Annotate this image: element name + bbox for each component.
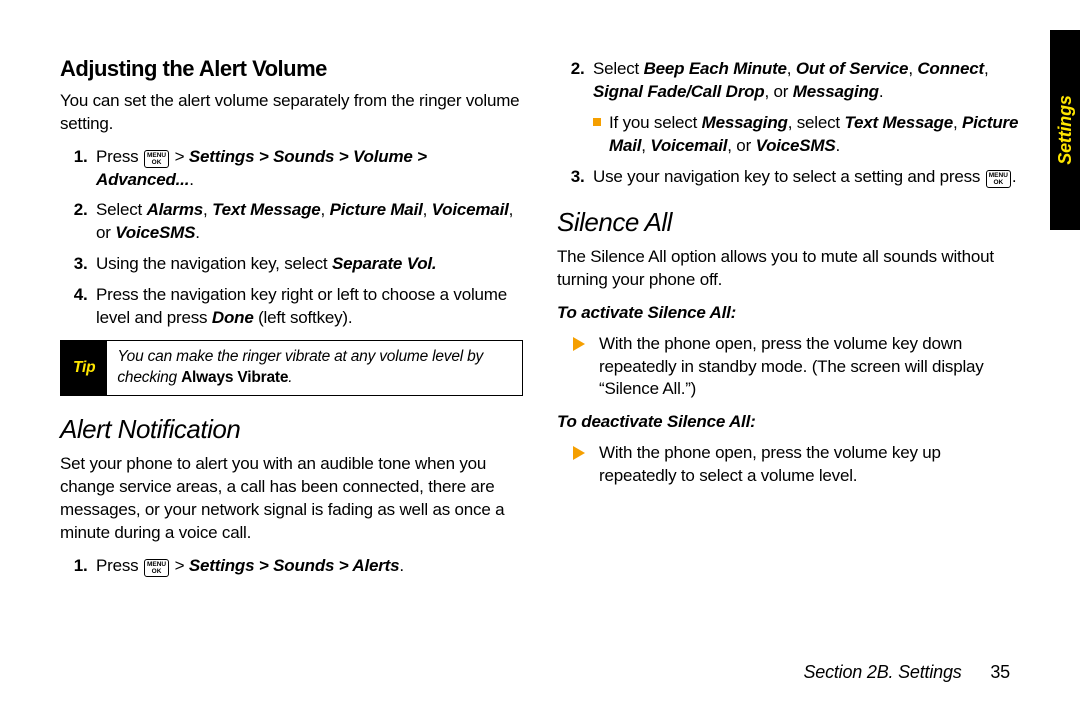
opt: Messaging bbox=[793, 82, 879, 101]
nav-path: Settings > Sounds > Alerts bbox=[189, 556, 400, 575]
alert-step-2: Select Beep Each Minute, Out of Service,… bbox=[589, 58, 1020, 158]
opt: Text Message bbox=[844, 113, 952, 132]
heading-silence-all: Silence All bbox=[557, 205, 1020, 240]
menu-ok-key-icon: MENUOK bbox=[986, 170, 1011, 188]
menu-ok-key-icon: MENUOK bbox=[144, 559, 169, 577]
text: , bbox=[321, 200, 330, 219]
menu-ok-key-icon: MENUOK bbox=[144, 150, 169, 168]
sub-bullet: If you select Messaging, select Text Mes… bbox=[593, 112, 1020, 158]
heading-alert-notification: Alert Notification bbox=[60, 412, 523, 447]
opt: Out of Service bbox=[796, 59, 908, 78]
alert-step-1: Press MENUOK > Settings > Sounds > Alert… bbox=[92, 555, 523, 578]
opt: VoiceSMS bbox=[115, 223, 195, 242]
alert-steps-cont: Select Beep Each Minute, Out of Service,… bbox=[557, 58, 1020, 189]
text: With the phone open, press the volume ke… bbox=[599, 334, 984, 399]
tip-box: Tip You can make the ringer vibrate at a… bbox=[60, 340, 523, 396]
text: , bbox=[953, 113, 962, 132]
alert-steps: Press MENUOK > Settings > Sounds > Alert… bbox=[60, 555, 523, 578]
text: > bbox=[170, 556, 189, 575]
text: , bbox=[908, 59, 917, 78]
page-columns: Adjusting the Alert Volume You can set t… bbox=[60, 54, 1020, 588]
intro-text: You can set the alert volume separately … bbox=[60, 90, 523, 136]
activate-subhead: To activate Silence All: bbox=[557, 302, 1020, 325]
opt: Voicemail bbox=[432, 200, 509, 219]
side-tab-label: Settings bbox=[1053, 95, 1077, 164]
heading-adjust-volume: Adjusting the Alert Volume bbox=[60, 54, 523, 84]
text: Use your navigation key to select a sett… bbox=[593, 167, 985, 186]
text: Using the navigation key, select bbox=[96, 254, 332, 273]
opt: Picture Mail bbox=[330, 200, 423, 219]
text: , or bbox=[727, 136, 755, 155]
opt: Alarms bbox=[147, 200, 203, 219]
text: (left softkey). bbox=[254, 308, 353, 327]
text: . bbox=[399, 556, 404, 575]
side-tab: Settings bbox=[1050, 30, 1080, 230]
opt: Text Message bbox=[212, 200, 320, 219]
text: , bbox=[787, 59, 796, 78]
adjust-volume-steps: Press MENUOK > Settings > Sounds > Volum… bbox=[60, 146, 523, 331]
footer-section: Section 2B. Settings bbox=[803, 662, 961, 682]
step-1: Press MENUOK > Settings > Sounds > Volum… bbox=[92, 146, 523, 192]
text: > bbox=[170, 147, 189, 166]
text: Press bbox=[96, 147, 143, 166]
silence-intro: The Silence All option allows you to mut… bbox=[557, 246, 1020, 292]
opt: VoiceSMS bbox=[756, 136, 836, 155]
tip-label: Tip bbox=[61, 341, 107, 395]
text: , bbox=[203, 200, 212, 219]
text: , bbox=[641, 136, 650, 155]
step-4: Press the navigation key right or left t… bbox=[92, 284, 523, 330]
opt: Voicemail bbox=[650, 136, 727, 155]
deactivate-subhead: To deactivate Silence All: bbox=[557, 411, 1020, 434]
opt: Separate Vol. bbox=[332, 254, 436, 273]
text: , bbox=[984, 59, 989, 78]
alert-intro: Set your phone to alert you with an audi… bbox=[60, 453, 523, 545]
page-footer: Section 2B. Settings 35 bbox=[803, 660, 1010, 684]
text: . bbox=[288, 369, 292, 386]
opt: Messaging bbox=[702, 113, 788, 132]
right-column: Select Beep Each Minute, Out of Service,… bbox=[557, 54, 1020, 588]
text: Select bbox=[593, 59, 644, 78]
text: . bbox=[836, 136, 841, 155]
text: . bbox=[1012, 167, 1017, 186]
arrow-bullet: With the phone open, press the volume ke… bbox=[573, 442, 1020, 488]
opt: Always Vibrate bbox=[181, 369, 288, 386]
text: , bbox=[423, 200, 432, 219]
text: If you select bbox=[609, 113, 702, 132]
opt: Connect bbox=[917, 59, 984, 78]
text: , or bbox=[765, 82, 793, 101]
text: . bbox=[195, 223, 200, 242]
manual-page: Settings Adjusting the Alert Volume You … bbox=[0, 0, 1080, 720]
opt: Signal Fade/Call Drop bbox=[593, 82, 765, 101]
left-column: Adjusting the Alert Volume You can set t… bbox=[60, 54, 523, 588]
arrow-bullet: With the phone open, press the volume ke… bbox=[573, 333, 1020, 402]
text: . bbox=[879, 82, 884, 101]
step-2: Select Alarms, Text Message, Picture Mai… bbox=[92, 199, 523, 245]
text: Press bbox=[96, 556, 143, 575]
text: You can make the ringer vibrate at any v… bbox=[117, 348, 483, 386]
alert-step-3: Use your navigation key to select a sett… bbox=[589, 166, 1020, 189]
step-3: Using the navigation key, select Separat… bbox=[92, 253, 523, 276]
opt: Done bbox=[212, 308, 254, 327]
text: Select bbox=[96, 200, 147, 219]
opt: Beep Each Minute bbox=[644, 59, 787, 78]
page-number: 35 bbox=[990, 662, 1010, 682]
text: , select bbox=[788, 113, 845, 132]
text: . bbox=[189, 170, 194, 189]
tip-text: You can make the ringer vibrate at any v… bbox=[107, 341, 522, 395]
text: With the phone open, press the volume ke… bbox=[599, 443, 941, 485]
